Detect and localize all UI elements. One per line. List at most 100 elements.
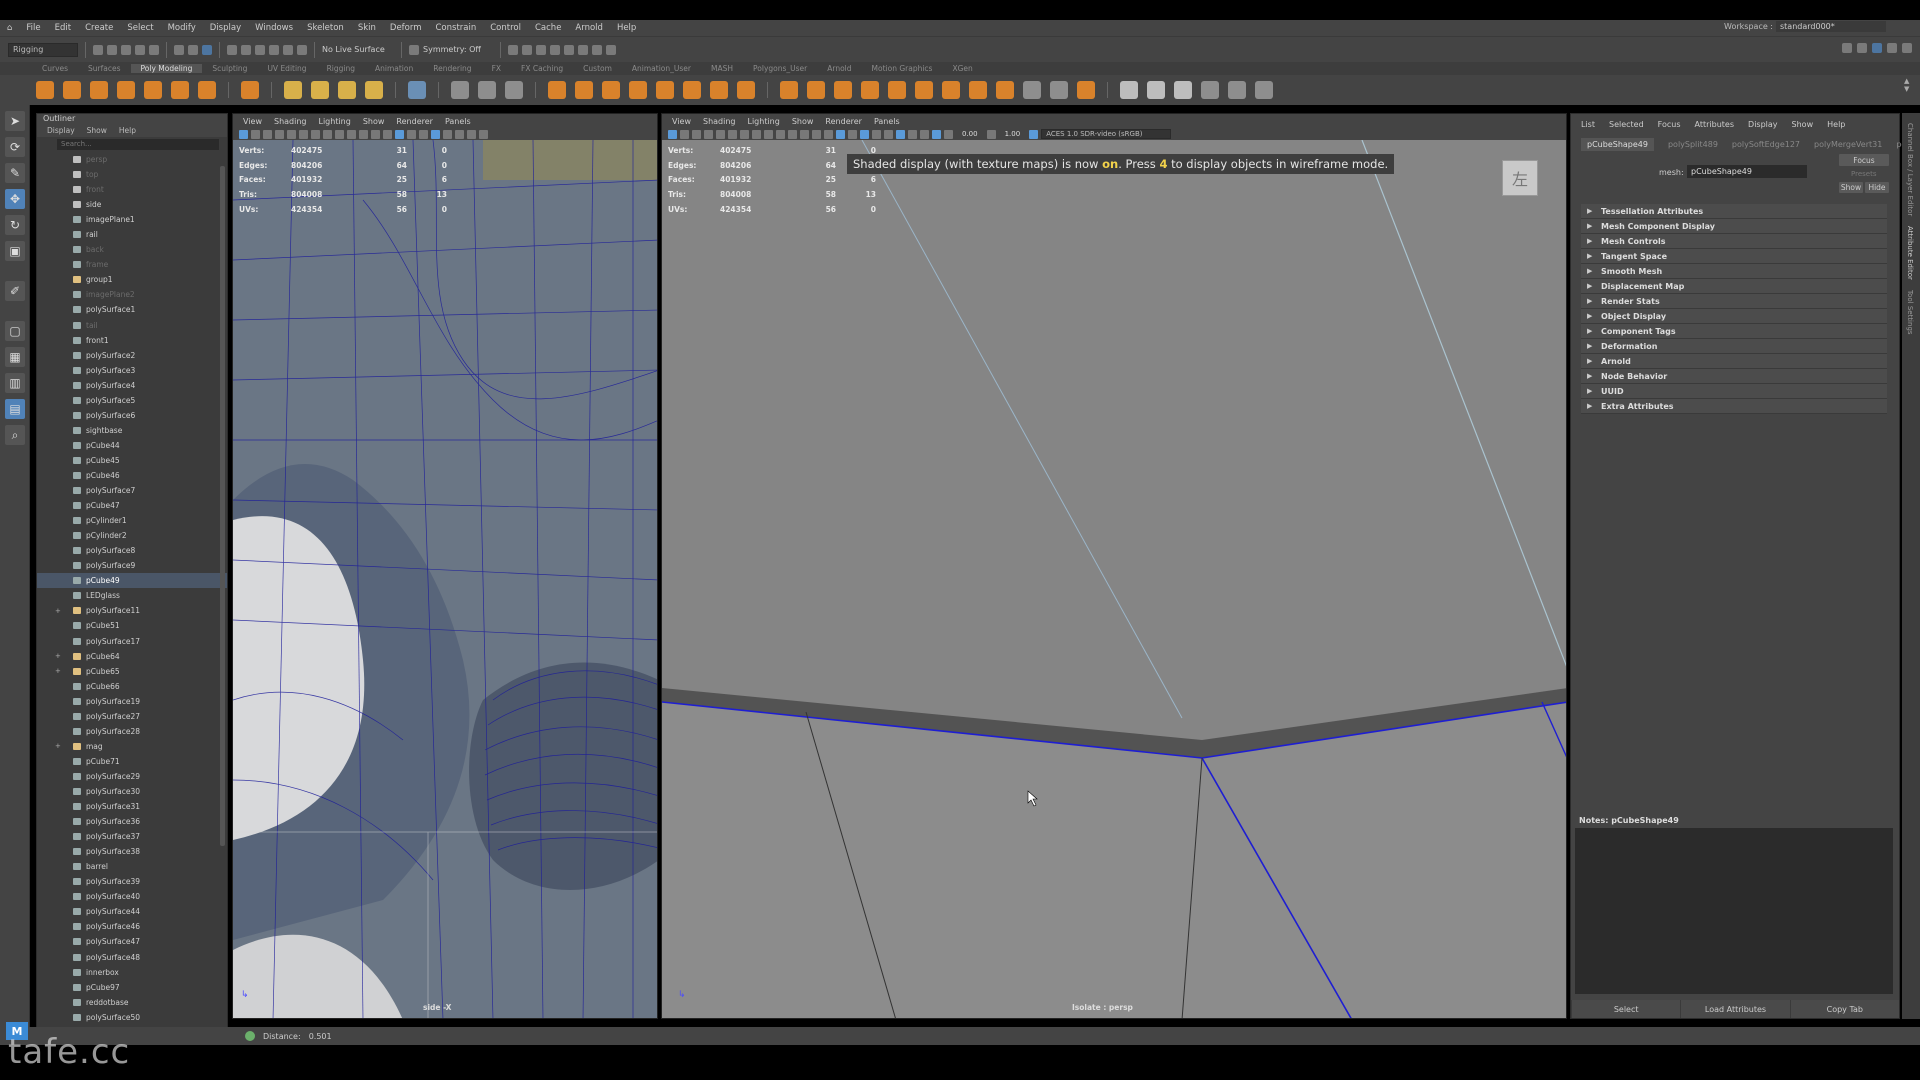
remesh-icon[interactable] xyxy=(710,81,728,99)
freeze-transform-icon[interactable] xyxy=(1201,81,1219,99)
section-tangent-space[interactable]: ▶ Tangent Space xyxy=(1581,249,1887,264)
four-view-layout-icon[interactable]: ▦ xyxy=(5,347,25,367)
outliner-item[interactable]: top xyxy=(37,167,227,182)
menu-skeleton[interactable]: Skeleton xyxy=(300,23,351,33)
smooth-shade-icon[interactable] xyxy=(407,129,416,139)
wireframe-on-shaded-icon[interactable] xyxy=(848,129,857,139)
section-mesh-component-display[interactable]: ▶ Mesh Component Display xyxy=(1581,219,1887,234)
shelf-tab-polygons-user[interactable]: Polygons_User xyxy=(743,64,817,73)
viewport-menu-renderer[interactable]: Renderer xyxy=(825,117,862,126)
viewport-menu-shading[interactable]: Shading xyxy=(274,117,307,126)
viewport-persp[interactable]: View Shading Lighting Show Renderer Panels 0.… xyxy=(661,113,1567,1019)
image-plane-icon[interactable] xyxy=(275,129,284,139)
shelf-tab-poly-modeling[interactable]: Poly Modeling xyxy=(130,64,203,73)
section-render-stats[interactable]: ▶ Render Stats xyxy=(1581,294,1887,309)
outliner-item[interactable]: pCube97 xyxy=(37,980,227,995)
outliner-item[interactable]: innerbox xyxy=(37,965,227,980)
bridge-icon[interactable] xyxy=(807,81,825,99)
open-scene-icon[interactable] xyxy=(107,44,117,55)
copy-tab-button[interactable]: Copy Tab xyxy=(1789,1000,1899,1018)
attr-menu-attributes[interactable]: Attributes xyxy=(1695,120,1735,129)
slide-edge-icon[interactable] xyxy=(996,81,1014,99)
field-chart-icon[interactable] xyxy=(788,129,797,139)
outliner-item[interactable]: + pCube64 xyxy=(37,649,227,664)
isolate-select-icon[interactable] xyxy=(467,129,476,139)
expand-icon[interactable]: + xyxy=(55,667,65,675)
snap-view-plane-icon[interactable] xyxy=(283,44,293,55)
menu-create[interactable]: Create xyxy=(78,23,120,33)
shadows-icon[interactable] xyxy=(884,129,893,139)
viewport-menu-panels[interactable]: Panels xyxy=(445,117,471,126)
view-cube[interactable]: 左 xyxy=(1502,160,1538,196)
outliner-item[interactable]: frame xyxy=(37,257,227,272)
section-displacement-map[interactable]: ▶ Displacement Map xyxy=(1581,279,1887,294)
grid-toggle-icon[interactable] xyxy=(311,129,320,139)
expand-arrow-icon[interactable]: ▶ xyxy=(1587,402,1601,410)
shelf-tab-surfaces[interactable]: Surfaces xyxy=(78,64,130,73)
menu-cache[interactable]: Cache xyxy=(528,23,568,33)
paint-select-icon[interactable]: ✎ xyxy=(5,163,25,183)
camera-attributes-icon[interactable] xyxy=(251,129,260,139)
node-tab-polysoftedge127[interactable]: polySoftEdge127 xyxy=(1732,140,1800,149)
smooth-icon[interactable] xyxy=(505,81,523,99)
retopologize-icon[interactable] xyxy=(737,81,755,99)
xray-joints-icon[interactable] xyxy=(920,129,929,139)
soften-edge-icon[interactable] xyxy=(1120,81,1138,99)
expand-icon[interactable]: + xyxy=(55,652,65,660)
viewport-menu-lighting[interactable]: Lighting xyxy=(747,117,779,126)
channel-box-tab[interactable]: Channel Box / Layer Editor xyxy=(1906,123,1914,216)
reduce-icon[interactable] xyxy=(683,81,701,99)
poly-platonic-icon[interactable] xyxy=(241,81,259,99)
extract-icon[interactable] xyxy=(656,81,674,99)
select-component-icon[interactable] xyxy=(202,44,212,55)
xray-icon[interactable] xyxy=(479,129,488,139)
color-management-icon[interactable] xyxy=(1029,129,1039,139)
mirror-icon[interactable] xyxy=(629,81,647,99)
outliner-item[interactable]: polySurface48 xyxy=(37,949,227,964)
shelf-tab-sculpting[interactable]: Sculpting xyxy=(202,64,257,73)
target-weld-icon[interactable] xyxy=(1023,81,1041,99)
shadows-icon[interactable] xyxy=(455,129,464,139)
menu-help[interactable]: Help xyxy=(610,23,643,33)
node-tab-pcubeshape49[interactable]: pCubeShape49 xyxy=(1581,137,1654,151)
outliner-item[interactable]: polySurface36 xyxy=(37,814,227,829)
outliner-item[interactable]: polySurface6 xyxy=(37,408,227,423)
fill-hole-icon[interactable] xyxy=(861,81,879,99)
ipr-render-icon[interactable] xyxy=(536,44,546,55)
expand-arrow-icon[interactable]: ▶ xyxy=(1587,357,1601,365)
use-lights-icon[interactable] xyxy=(872,129,881,139)
outliner-item[interactable]: imagePlane2 xyxy=(37,287,227,302)
attr-menu-show[interactable]: Show xyxy=(1792,120,1814,129)
outliner-item[interactable]: sightbase xyxy=(37,423,227,438)
expand-arrow-icon[interactable]: ▶ xyxy=(1587,312,1601,320)
outliner-item[interactable]: polySurface46 xyxy=(37,919,227,934)
outliner-item[interactable]: polySurface40 xyxy=(37,889,227,904)
menu-control[interactable]: Control xyxy=(483,23,528,33)
poly-disc-icon[interactable] xyxy=(198,81,216,99)
menu-deform[interactable]: Deform xyxy=(383,23,429,33)
menu-skin[interactable]: Skin xyxy=(351,23,383,33)
bookmarks-icon[interactable] xyxy=(692,129,701,139)
outliner-item[interactable]: polySurface5 xyxy=(37,393,227,408)
zoom-tool-icon[interactable]: ⌕ xyxy=(5,425,25,445)
menu-edit[interactable]: Edit xyxy=(48,23,78,33)
menu-constrain[interactable]: Constrain xyxy=(429,23,484,33)
type-text-icon[interactable] xyxy=(338,81,356,99)
outliner-item[interactable]: pCylinder1 xyxy=(37,513,227,528)
load-attributes-button[interactable]: Load Attributes xyxy=(1680,1000,1790,1018)
center-pivot-icon[interactable] xyxy=(1228,81,1246,99)
outliner-item[interactable]: polySurface37 xyxy=(37,829,227,844)
outliner-item[interactable]: polySurface50 xyxy=(37,1010,227,1025)
poly-transfer-icon[interactable] xyxy=(1174,81,1192,99)
arnold-ipr-icon[interactable] xyxy=(592,44,602,55)
2d-pan-zoom-icon[interactable] xyxy=(287,129,296,139)
outliner-item[interactable]: persp xyxy=(37,152,227,167)
select-hierarchy-icon[interactable] xyxy=(174,44,184,55)
view-transform-dropdown[interactable]: ACES 1.0 SDR-video (sRGB) xyxy=(1041,129,1172,139)
outliner-item[interactable]: back xyxy=(37,242,227,257)
resolution-gate-icon[interactable] xyxy=(764,129,773,139)
menu-set-dropdown[interactable]: Rigging xyxy=(8,42,78,57)
svg-icon[interactable] xyxy=(365,81,383,99)
menu-select[interactable]: Select xyxy=(120,23,160,33)
single-perspective-layout-icon[interactable]: ▢ xyxy=(5,321,25,341)
